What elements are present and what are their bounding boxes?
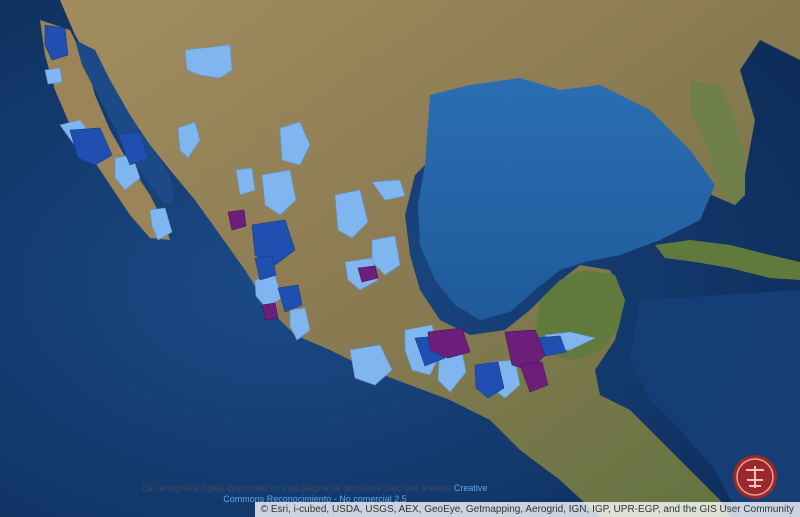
license-text: La cartografía digital disponible en est… (142, 483, 452, 493)
satellite-basemap (0, 0, 800, 517)
license-link-creative[interactable]: Creative (454, 483, 488, 493)
region-baja-nw[interactable] (44, 67, 63, 85)
map-view[interactable]: La cartografía digital disponible en est… (0, 0, 800, 517)
map-attribution: © Esri, i-cubed, USDA, USGS, AEX, GeoEye… (254, 502, 800, 517)
seal-logo-icon (733, 455, 777, 499)
